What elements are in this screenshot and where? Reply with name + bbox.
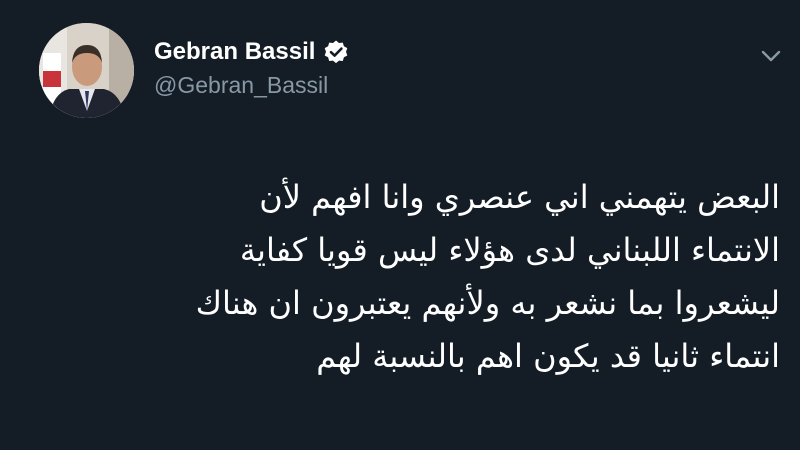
author-name-row[interactable]: Gebran Bassil <box>154 37 349 67</box>
tweet-card: Gebran Bassil @Gebran_Bassil البعض يتهمن… <box>0 0 800 450</box>
tweet-text-line: انتماء ثانيا قد يكون اهم بالنسبة لهم <box>316 337 780 375</box>
chevron-down-icon[interactable] <box>758 43 784 69</box>
profile-photo <box>39 23 134 118</box>
tweet-text-line: البعض يتهمني اني عنصري وانا افهم لأن <box>259 178 780 216</box>
tweet-text: البعض يتهمني اني عنصري وانا افهم لأن الا… <box>80 171 780 383</box>
tweet-text-line: ليشعروا بما نشعر به ولأنهم يعتبرون ان هن… <box>195 284 780 322</box>
tweet-text-line: الانتماء اللبناني لدى هؤلاء ليس قويا كفا… <box>239 231 780 269</box>
avatar[interactable] <box>39 23 134 118</box>
author-handle[interactable]: @Gebran_Bassil <box>154 72 328 99</box>
verified-badge-icon <box>323 39 349 65</box>
author-display-name[interactable]: Gebran Bassil <box>154 38 315 66</box>
